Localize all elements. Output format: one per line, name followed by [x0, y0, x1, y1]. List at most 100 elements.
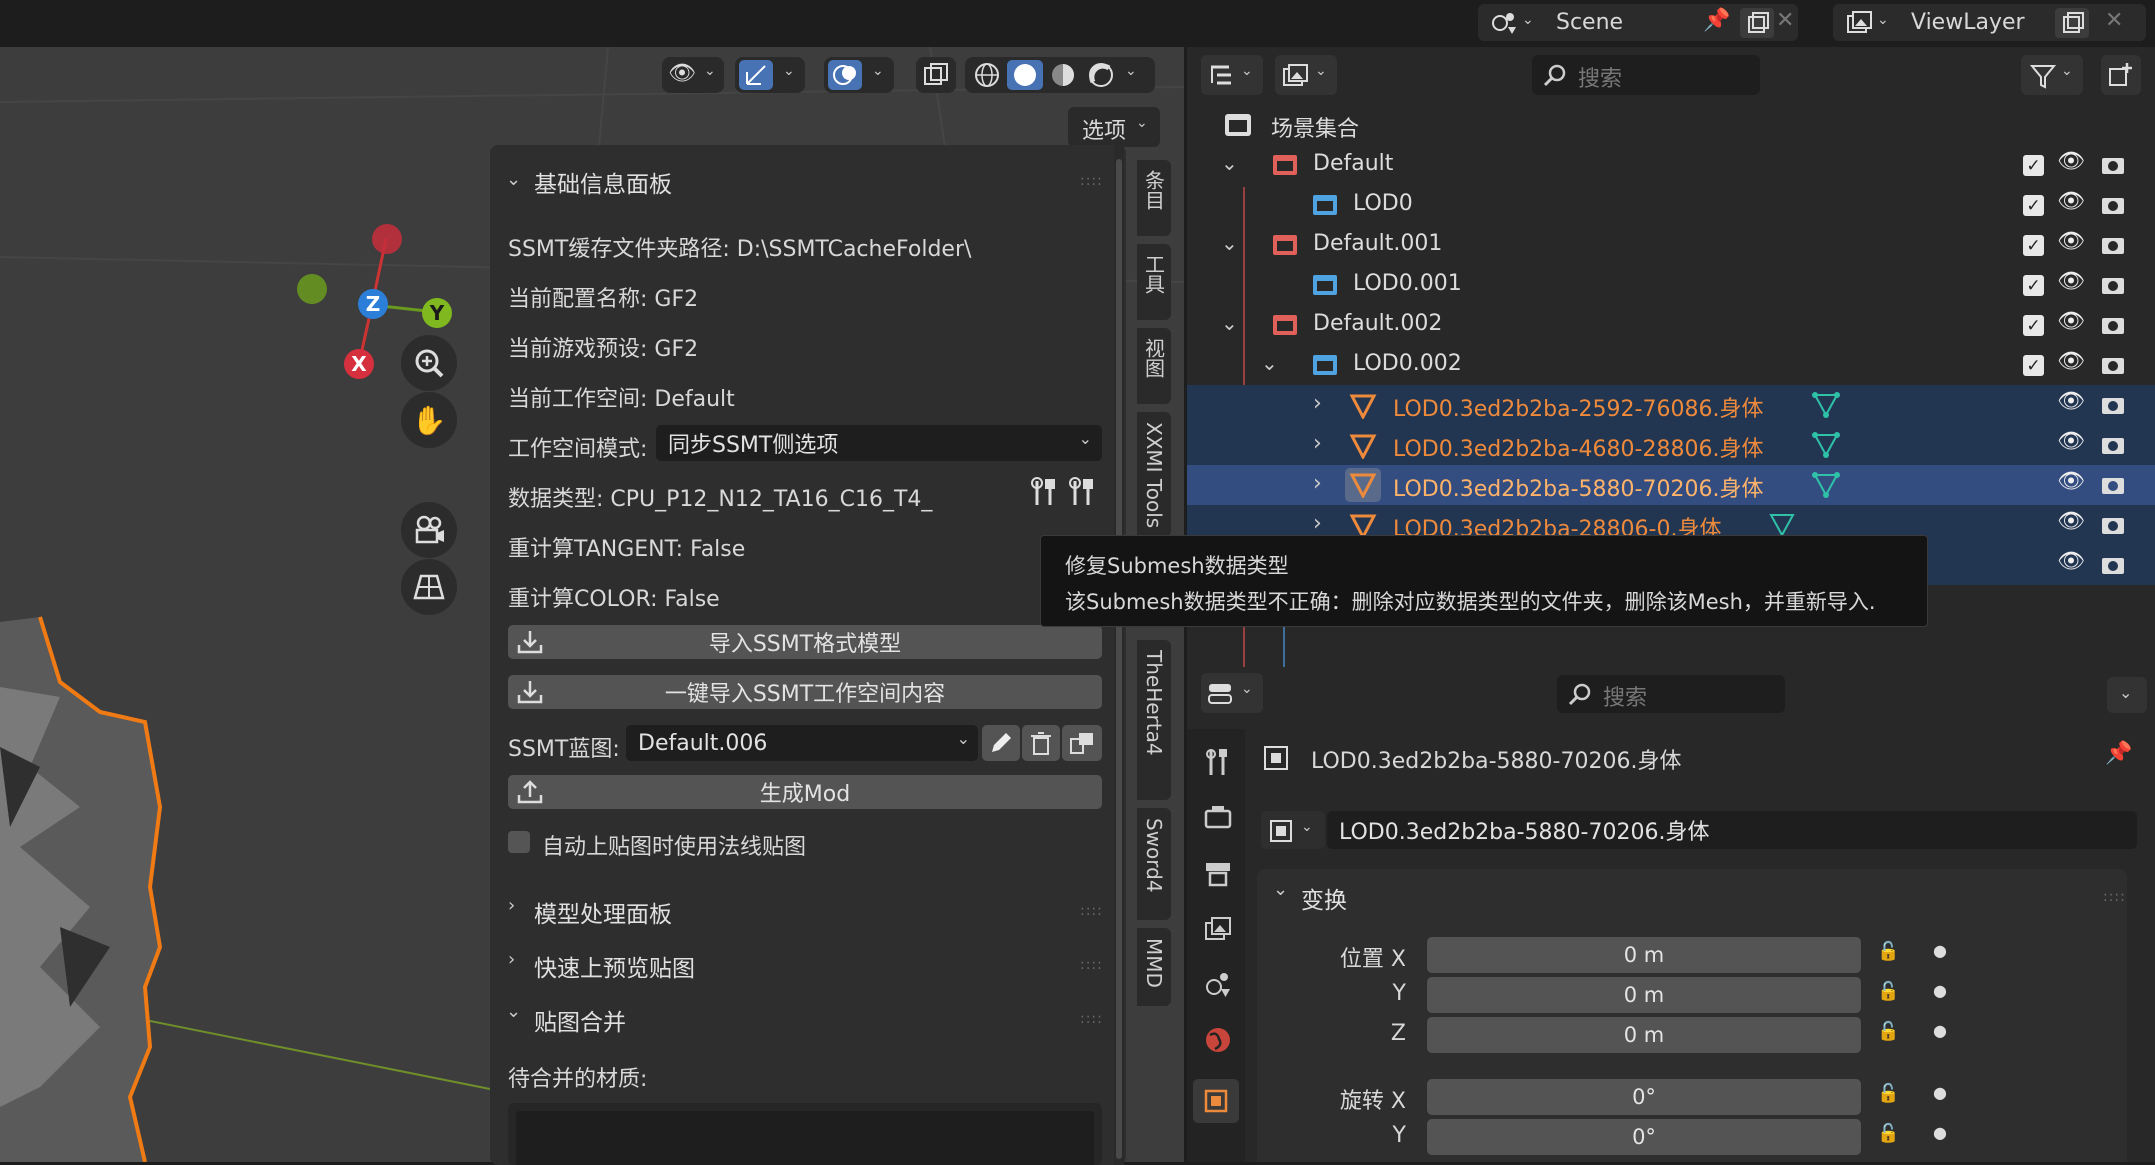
eye-icon[interactable]: 👁	[2057, 469, 2085, 494]
camera-render-icon[interactable]	[2099, 553, 2127, 577]
basic-info-panel-header[interactable]: 基础信息面板	[534, 165, 672, 199]
location-z-field[interactable]: 0 m	[1427, 1017, 1861, 1053]
chevron-down-icon[interactable]: ⌄	[1273, 879, 1288, 900]
output-tab-icon[interactable]	[1203, 859, 1233, 887]
lock-icon[interactable]: 🔓	[1877, 1083, 1899, 1104]
camera-render-icon[interactable]	[2099, 193, 2127, 217]
properties-search-input[interactable]: 搜索	[1557, 675, 1785, 713]
eye-icon[interactable]: 👁	[2057, 509, 2085, 534]
chevron-right-icon[interactable]: ›	[1313, 471, 1322, 496]
edit-blueprint-button[interactable]	[982, 725, 1020, 761]
tab-view[interactable]: 视图	[1137, 328, 1171, 404]
include-checkbox[interactable]: ✓	[2023, 155, 2044, 176]
drag-grip-icon[interactable]: ::::	[1080, 957, 1103, 973]
texture-merge-header[interactable]: 贴图合并	[534, 1003, 626, 1037]
import-workspace-button[interactable]: 一键导入SSMT工作空间内容	[508, 675, 1102, 709]
panel-scrollbar[interactable]	[1114, 145, 1124, 1165]
blueprint-select[interactable]: Default.006 ⌄	[626, 725, 978, 761]
lock-icon[interactable]: 🔓	[1877, 941, 1899, 962]
filter-button[interactable]: ⌄	[2021, 55, 2083, 95]
outliner-search-input[interactable]: 搜索	[1532, 55, 1760, 95]
include-checkbox[interactable]: ✓	[2023, 235, 2044, 256]
tab-sword4[interactable]: Sword4	[1137, 808, 1171, 920]
rotation-x-field[interactable]: 0°	[1427, 1079, 1861, 1115]
eye-icon[interactable]: 👁	[2057, 309, 2085, 334]
blueprint-options-button[interactable]	[1062, 725, 1102, 761]
render-tab-icon[interactable]	[1203, 803, 1233, 831]
scene-selector[interactable]: ⌄ Scene 📌 ✕	[1478, 4, 1798, 41]
ortho-toggle-button[interactable]	[401, 559, 457, 615]
rotation-y-field[interactable]: 0°	[1427, 1119, 1861, 1155]
location-y-field[interactable]: 0 m	[1427, 977, 1861, 1013]
scrollbar-thumb[interactable]	[1116, 159, 1122, 1159]
eye-icon[interactable]: 👁	[2057, 229, 2085, 254]
axis-neg-y-ball[interactable]	[297, 274, 327, 304]
scene-collection-row[interactable]: 场景集合	[1187, 105, 2155, 145]
tab-theherta4[interactable]: TheHerta4	[1137, 640, 1171, 800]
pan-hand-icon[interactable]: ✋	[401, 392, 457, 448]
camera-view-button[interactable]	[401, 502, 457, 558]
outliner-row-mesh-active[interactable]: › LOD0.3ed2b2ba-5880-70206.身体 👁	[1187, 465, 2155, 505]
outliner-row-mesh[interactable]: › LOD0.3ed2b2ba-2592-76086.身体 👁	[1187, 385, 2155, 425]
new-viewlayer-button[interactable]	[2055, 8, 2089, 38]
eye-icon[interactable]: 👁	[2057, 269, 2085, 294]
eye-icon[interactable]: 👁	[2057, 429, 2085, 454]
axis-neg-x-ball[interactable]	[372, 224, 402, 254]
pin-icon[interactable]: 📌	[2105, 741, 2132, 766]
close-icon[interactable]: ✕	[2105, 8, 2123, 33]
drag-grip-icon[interactable]: ::::	[1080, 173, 1103, 189]
keyframe-dot-icon[interactable]: ●	[1933, 1021, 1947, 1040]
import-model-button[interactable]: 导入SSMT格式模型	[508, 625, 1102, 659]
chevron-right-icon[interactable]: ›	[508, 949, 515, 970]
camera-render-icon[interactable]	[2099, 473, 2127, 497]
include-checkbox[interactable]: ✓	[2023, 195, 2044, 216]
outliner-row-mesh[interactable]: › LOD0.3ed2b2ba-4680-28806.身体 👁	[1187, 425, 2155, 465]
chevron-right-icon[interactable]: ›	[1313, 391, 1322, 416]
quick-preview-header[interactable]: 快速上预览贴图	[534, 949, 695, 983]
tool-tab-icon[interactable]	[1203, 747, 1231, 777]
pin-icon[interactable]: 📌	[1703, 8, 1730, 33]
object-browse-button[interactable]: ⌄	[1261, 811, 1325, 849]
material-shading-button[interactable]	[1045, 60, 1081, 90]
chevron-right-icon[interactable]: ›	[1313, 431, 1322, 456]
view-layer-tab-icon[interactable]	[1203, 915, 1233, 943]
outliner-row-lod0[interactable]: LOD0 ✓ 👁	[1187, 185, 2155, 225]
eye-icon[interactable]: 👁	[2057, 149, 2085, 174]
fix-submesh-button[interactable]	[1028, 475, 1062, 509]
eye-icon[interactable]: 👁	[2057, 349, 2085, 374]
drag-grip-icon[interactable]: ::::	[1080, 903, 1103, 919]
normal-map-checkbox[interactable]	[508, 831, 530, 853]
tab-item[interactable]: 条目	[1137, 160, 1171, 236]
visibility-dropdown[interactable]: 👁 ⌄	[662, 57, 724, 93]
lock-icon[interactable]: 🔓	[1877, 1021, 1899, 1042]
include-checkbox[interactable]: ✓	[2023, 275, 2044, 296]
editor-type-button[interactable]: ⌄	[1201, 55, 1263, 95]
camera-render-icon[interactable]	[2099, 433, 2127, 457]
generate-mod-button[interactable]: 生成Mod	[508, 775, 1102, 809]
mesh-data-icon[interactable]	[1811, 391, 1841, 419]
camera-render-icon[interactable]	[2099, 313, 2127, 337]
tab-tool[interactable]: 工具	[1137, 244, 1171, 320]
tab-mmd[interactable]: MMD	[1137, 928, 1171, 1006]
properties-editor-type-button[interactable]: ⌄	[1201, 673, 1263, 713]
eye-icon[interactable]: 👁	[2057, 549, 2085, 574]
delete-blueprint-button[interactable]	[1022, 725, 1060, 761]
mesh-data-icon[interactable]	[1811, 471, 1841, 499]
object-tab[interactable]	[1193, 1079, 1239, 1123]
camera-render-icon[interactable]	[2099, 513, 2127, 537]
chevron-down-icon[interactable]: ⌄	[1221, 231, 1238, 255]
mesh-data-icon[interactable]	[1811, 431, 1841, 459]
chevron-down-icon[interactable]: ⌄	[506, 169, 521, 190]
model-panel-header[interactable]: 模型处理面板	[534, 895, 672, 929]
keyframe-dot-icon[interactable]: ●	[1933, 981, 1947, 1000]
rendered-shading-button[interactable]	[1083, 60, 1119, 90]
camera-render-icon[interactable]	[2099, 233, 2127, 257]
keyframe-dot-icon[interactable]: ●	[1933, 1123, 1947, 1142]
world-tab-icon[interactable]	[1203, 1025, 1233, 1055]
axis-y-ball[interactable]: Y	[422, 298, 452, 328]
camera-render-icon[interactable]	[2099, 393, 2127, 417]
materials-list-box[interactable]	[516, 1111, 1094, 1165]
outliner-row-default-001[interactable]: ⌄ Default.001 ✓ 👁	[1187, 225, 2155, 265]
keyframe-dot-icon[interactable]: ●	[1933, 1083, 1947, 1102]
workspace-mode-select[interactable]: 同步SSMT侧选项 ⌄	[656, 425, 1102, 461]
